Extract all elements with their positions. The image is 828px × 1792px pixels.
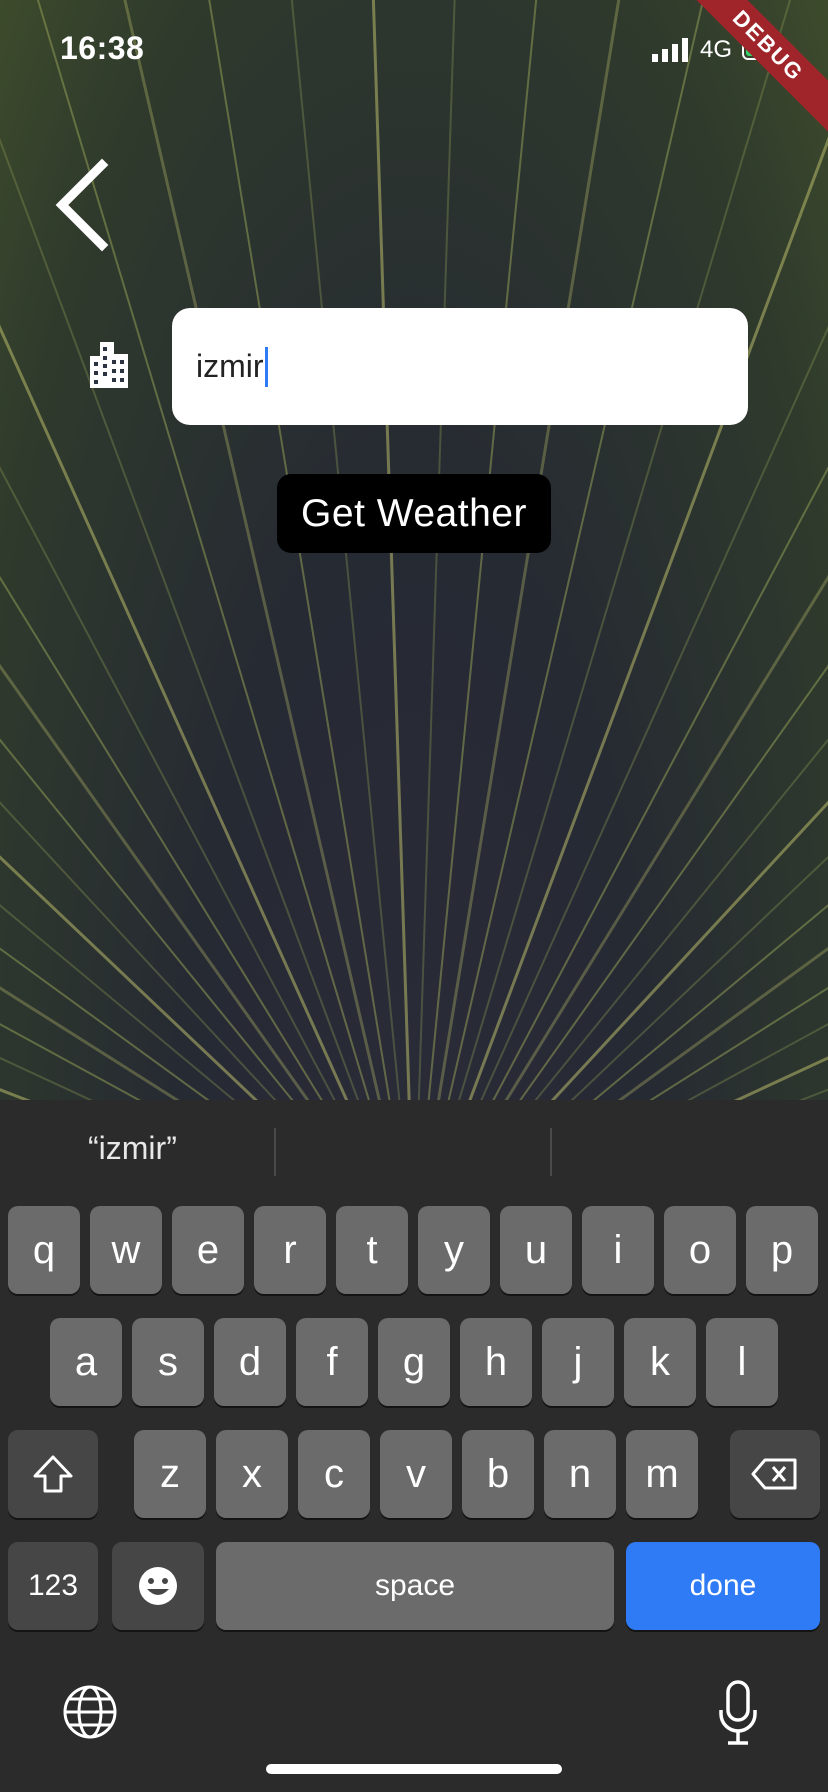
key-h[interactable]: h (460, 1318, 532, 1406)
city-building-icon (90, 342, 128, 388)
back-arrow-icon[interactable] (50, 155, 120, 255)
microphone-icon[interactable] (718, 1680, 758, 1746)
key-l[interactable]: l (706, 1318, 778, 1406)
key-r[interactable]: r (254, 1206, 326, 1294)
leaf-vein (686, 1023, 828, 1100)
leaf-vein (0, 1088, 31, 1100)
key-m[interactable]: m (626, 1430, 698, 1518)
keyboard: “izmir” q w e r t y u i o p a s d f g h j k l z x c v b n m 123 spa… (0, 1100, 828, 1792)
key-s[interactable]: s (132, 1318, 204, 1406)
key-n[interactable]: n (544, 1430, 616, 1518)
key-o[interactable]: o (664, 1206, 736, 1294)
key-z[interactable]: z (134, 1430, 206, 1518)
get-weather-button[interactable]: Get Weather (277, 474, 551, 553)
key-p[interactable]: p (746, 1206, 818, 1294)
key-a[interactable]: a (50, 1318, 122, 1406)
suggestion-divider (274, 1128, 276, 1176)
key-y[interactable]: y (418, 1206, 490, 1294)
status-bar: 16:38 4G (0, 0, 828, 100)
leaf-vein (798, 1088, 828, 1100)
key-x[interactable]: x (216, 1430, 288, 1518)
leaf-vein (0, 770, 414, 1100)
key-u[interactable]: u (500, 1206, 572, 1294)
city-input-value: izmir (196, 348, 264, 384)
numbers-key[interactable]: 123 (8, 1542, 98, 1630)
key-c[interactable]: c (298, 1430, 370, 1518)
key-d[interactable]: d (214, 1318, 286, 1406)
shift-icon (33, 1455, 73, 1493)
city-input[interactable]: izmir (172, 308, 748, 425)
home-indicator (266, 1764, 562, 1774)
suggestion-bar: “izmir” (0, 1100, 828, 1200)
leaf-vein (550, 800, 828, 1100)
text-cursor (264, 346, 268, 387)
leaf-vein (414, 770, 828, 1100)
key-i[interactable]: i (582, 1206, 654, 1294)
key-k[interactable]: k (624, 1318, 696, 1406)
key-q[interactable]: q (8, 1206, 80, 1294)
key-v[interactable]: v (380, 1430, 452, 1518)
key-f[interactable]: f (296, 1318, 368, 1406)
globe-icon[interactable] (62, 1684, 118, 1740)
network-label: 4G (700, 36, 733, 63)
suggestion-divider (550, 1128, 552, 1176)
status-time: 16:38 (60, 30, 145, 66)
signal-icon (652, 38, 688, 62)
key-g[interactable]: g (378, 1318, 450, 1406)
key-w[interactable]: w (90, 1206, 162, 1294)
key-t[interactable]: t (336, 1206, 408, 1294)
leaf-vein (733, 1056, 828, 1100)
shift-key[interactable] (8, 1430, 98, 1518)
leaf-vein (0, 1056, 93, 1100)
leaf-vein (534, 738, 828, 1100)
space-key[interactable]: space (216, 1542, 614, 1630)
key-j[interactable]: j (542, 1318, 614, 1406)
delete-icon (751, 1458, 797, 1490)
done-key[interactable]: done (626, 1542, 820, 1630)
emoji-key[interactable] (112, 1542, 204, 1630)
emoji-icon (139, 1567, 177, 1605)
key-e[interactable]: e (172, 1206, 244, 1294)
key-b[interactable]: b (462, 1430, 534, 1518)
suggestion-1[interactable]: “izmir” (88, 1130, 177, 1167)
delete-key[interactable] (730, 1430, 820, 1518)
